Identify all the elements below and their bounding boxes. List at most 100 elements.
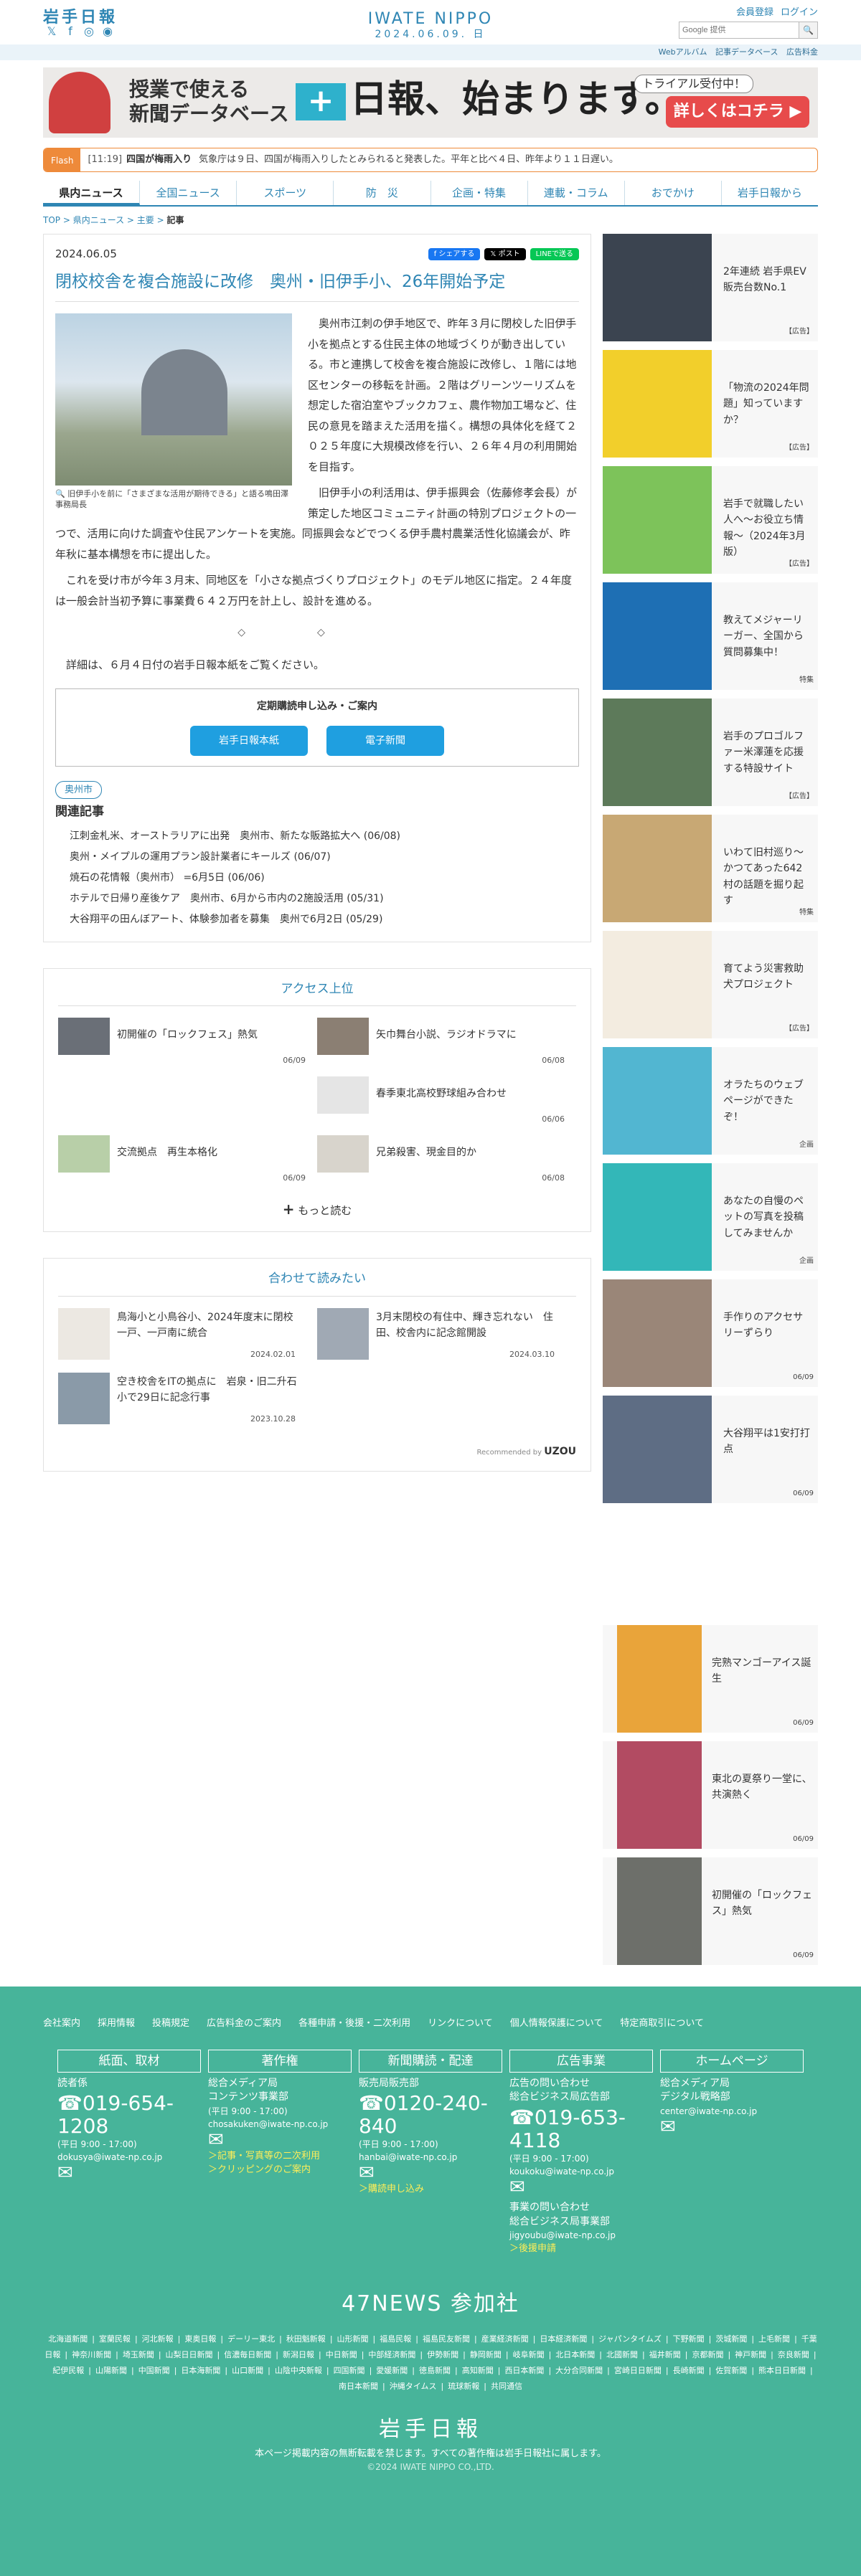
footer-link[interactable]: 会社案内 — [43, 2017, 80, 2031]
sidebar-ad[interactable]: 岩手で就職したい人へ〜お役立ち情報〜（2024年3月版） 【広告】 — [603, 466, 818, 574]
member-paper-link[interactable]: 西日本新聞 — [504, 2366, 544, 2375]
member-paper-link[interactable]: デーリー東北 — [227, 2334, 275, 2344]
sidebar-ad[interactable]: 岩手のプロゴルファー米澤蓮を応援する特設サイト 【広告】 — [603, 699, 818, 806]
sidebar-news-item[interactable]: 完熟マンゴーアイス誕生 06/09 — [603, 1625, 818, 1733]
sidebar-ad-thumbnail[interactable] — [603, 815, 712, 922]
member-paper-link[interactable]: 産業経済新聞 — [481, 2334, 529, 2344]
mail-icon[interactable]: ✉ — [57, 2164, 201, 2182]
related-item[interactable]: 奥州・メイプルの運用プラン設計業者にキールズ (06/07) — [55, 847, 579, 868]
member-paper-link[interactable]: 愛媛新聞 — [376, 2366, 408, 2375]
related-item[interactable]: 江刺金札米、オーストラリアに出発 奥州市、新たな販路拡大へ (06/08) — [55, 826, 579, 847]
banner-cta-button[interactable]: 詳しくはコチラ ▶ — [666, 96, 809, 128]
sidebar-ad-thumbnail[interactable] — [603, 582, 712, 690]
member-paper-link[interactable]: 北國新聞 — [606, 2350, 638, 2359]
sidebar-news-item[interactable]: 東北の夏祭り一堂に、共演熱く 06/09 — [603, 1741, 818, 1849]
email-link[interactable]: dokusya@iwate-np.co.jp — [57, 2151, 201, 2164]
ranking-thumbnail[interactable] — [317, 1018, 369, 1055]
phone-number[interactable]: ☎0120-240-840 — [359, 2091, 502, 2138]
ranking-item[interactable]: 矢巾舞台小説、ラジオドラマに 06/08 — [317, 1018, 576, 1069]
member-paper-link[interactable]: 奈良新聞 — [778, 2350, 809, 2359]
share-facebook-button[interactable]: f シェアする — [428, 247, 481, 260]
footer-link[interactable]: リンクについて — [428, 2017, 493, 2031]
member-paper-link[interactable]: 山陽新聞 — [95, 2366, 127, 2375]
member-paper-link[interactable]: 北日本新聞 — [555, 2350, 595, 2359]
member-paper-link[interactable]: 熊本日日新聞 — [758, 2366, 806, 2375]
sidebar-ad-thumbnail[interactable] — [603, 1163, 712, 1271]
search-input[interactable] — [679, 22, 799, 39]
footer-link[interactable]: 広告料金のご案内 — [207, 2017, 281, 2031]
share-x-button[interactable]: 𝕏 ポスト — [484, 247, 526, 260]
breadcrumb-sub[interactable]: 主要 — [137, 215, 154, 225]
email-link[interactable]: hanbai@iwate-np.co.jp — [359, 2151, 502, 2164]
member-paper-link[interactable]: 室蘭民報 — [99, 2334, 131, 2344]
sidebar-ad[interactable]: オラたちのウェブページができたぞ！ 企画 — [603, 1047, 818, 1155]
footer-link[interactable]: 特定商取引について — [620, 2017, 704, 2031]
recommend-item[interactable]: 空き校舎をITの拠点に 岩泉・旧二升石小で29日に記念行事 2023.10.28 — [58, 1372, 317, 1433]
member-paper-link[interactable]: 福島民報 — [380, 2334, 411, 2344]
sidebar-ad[interactable]: 教えてメジャーリーガー、全国から質問募集中！ 特集 — [603, 582, 818, 690]
footer-link[interactable]: 個人情報保護について — [510, 2017, 603, 2031]
flash-headline[interactable]: 四国が梅雨入り — [126, 153, 192, 167]
related-item[interactable]: 大谷翔平の田んぼアート、体験参加者を募集 奥州で6月2日 (05/29) — [55, 909, 579, 930]
member-paper-link[interactable]: 北海道新聞 — [48, 2334, 88, 2344]
member-paper-link[interactable]: 沖縄タイムス — [390, 2382, 437, 2391]
member-paper-link[interactable]: 南日本新聞 — [339, 2382, 378, 2391]
sidebar-ad-thumbnail[interactable] — [603, 1047, 712, 1155]
login-link[interactable]: ログイン — [781, 6, 818, 20]
member-paper-link[interactable]: 信濃毎日新聞 — [224, 2350, 271, 2359]
sidebar-news-thumbnail[interactable] — [617, 1625, 702, 1733]
member-paper-link[interactable]: 佐賀新聞 — [715, 2366, 747, 2375]
article-photo[interactable]: 🔍 旧伊手小を前に「さまざまな活用が期待できる」と語る鳴田澤事務局長 — [55, 313, 292, 511]
member-paper-link[interactable]: 茨城新聞 — [715, 2334, 747, 2344]
sidebar-news-thumbnail[interactable] — [617, 1741, 702, 1849]
email-link[interactable]: chosakuken@iwate-np.co.jp — [208, 2118, 352, 2131]
sidebar-ad[interactable]: 手作りのアクセサリーずらり 06/09 — [603, 1279, 818, 1387]
ranking-thumbnail[interactable] — [317, 1076, 369, 1114]
member-paper-link[interactable]: 埼玉新聞 — [123, 2350, 154, 2359]
member-paper-link[interactable]: 日本海新聞 — [181, 2366, 220, 2375]
recommend-item[interactable]: 鳥海小と小鳥谷小、2024年度末に閉校 一戸、一戸南に統合 2024.02.01 — [58, 1307, 317, 1368]
subbar-database[interactable]: 記事データベース — [715, 47, 778, 57]
ranking-item[interactable]: 兄弟殺害、現金目的か 06/08 — [317, 1135, 576, 1187]
breadcrumb-category[interactable]: 県内ニュース — [73, 215, 124, 225]
member-paper-link[interactable]: 大分合同新聞 — [555, 2366, 603, 2375]
ranking-item[interactable]: 初開催の「ロックフェス」熱気 06/09 — [58, 1018, 317, 1069]
member-paper-link[interactable]: ジャパンタイムズ — [598, 2334, 662, 2344]
nav-sports[interactable]: スポーツ — [237, 181, 334, 205]
sidebar-ad[interactable]: 「物流の2024年問題」知っていますか？ 【広告】 — [603, 350, 818, 458]
mail-icon[interactable]: ✉ — [660, 2118, 804, 2136]
print-subscription-button[interactable]: 岩手日報本紙 — [190, 725, 308, 756]
email-link[interactable]: jigyoubu@iwate-np.co.jp — [509, 2229, 653, 2242]
footer-link[interactable]: 投稿規定 — [152, 2017, 189, 2031]
nav-columns[interactable]: 連載・コラム — [528, 181, 625, 205]
search-button[interactable]: 🔍 — [799, 22, 818, 39]
footer-link[interactable]: 採用情報 — [98, 2017, 135, 2031]
related-item[interactable]: 焼石の花情報（奥州市） =6月5日 (06/06) — [55, 868, 579, 889]
member-paper-link[interactable]: 高知新聞 — [462, 2366, 494, 2375]
phone-number[interactable]: ☎019-653-4118 — [509, 2106, 653, 2152]
ranking-thumbnail[interactable] — [317, 1135, 369, 1173]
ranking-thumbnail[interactable] — [58, 1018, 110, 1055]
ranking-item[interactable]: 交流拠点 再生本格化 06/09 — [58, 1135, 317, 1187]
sponsorship-link[interactable]: ＞後援申請 — [509, 2242, 653, 2256]
ranking-item[interactable]: 春季東北高校野球組み合わせ 06/06 — [317, 1076, 576, 1128]
mail-icon[interactable]: ✉ — [509, 2178, 653, 2197]
member-paper-link[interactable]: 山口新聞 — [232, 2366, 263, 2375]
subbar-ad-rates[interactable]: 広告料金 — [786, 47, 818, 57]
member-paper-link[interactable]: 紀伊民報 — [52, 2366, 84, 2375]
sidebar-ad-thumbnail[interactable] — [603, 931, 712, 1038]
sidebar-ad[interactable]: いわて旧村巡り〜かつてあった642村の話題を掘り起す 特集 — [603, 815, 818, 922]
nav-outing[interactable]: おでかけ — [625, 181, 722, 205]
sidebar-news-thumbnail[interactable] — [617, 1857, 702, 1965]
member-paper-link[interactable]: 岐阜新聞 — [513, 2350, 545, 2359]
subbar-album[interactable]: Webアルバム — [659, 47, 707, 57]
member-paper-link[interactable]: 伊勢新聞 — [427, 2350, 458, 2359]
member-register-link[interactable]: 会員登録 — [736, 6, 773, 20]
member-paper-link[interactable]: 山梨日日新聞 — [166, 2350, 213, 2359]
sidebar-ad-thumbnail[interactable] — [603, 350, 712, 458]
flash-news-bar[interactable]: Flash [11:19] 四国が梅雨入り 気象庁は９日、四国が梅雨入りしたとみ… — [43, 148, 818, 172]
footer-logo[interactable]: 岩手日報 — [0, 2413, 861, 2445]
recommend-thumbnail[interactable] — [317, 1307, 369, 1360]
subscribe-link[interactable]: ＞購読申し込み — [359, 2182, 502, 2197]
member-paper-link[interactable]: 河北新報 — [142, 2334, 174, 2344]
